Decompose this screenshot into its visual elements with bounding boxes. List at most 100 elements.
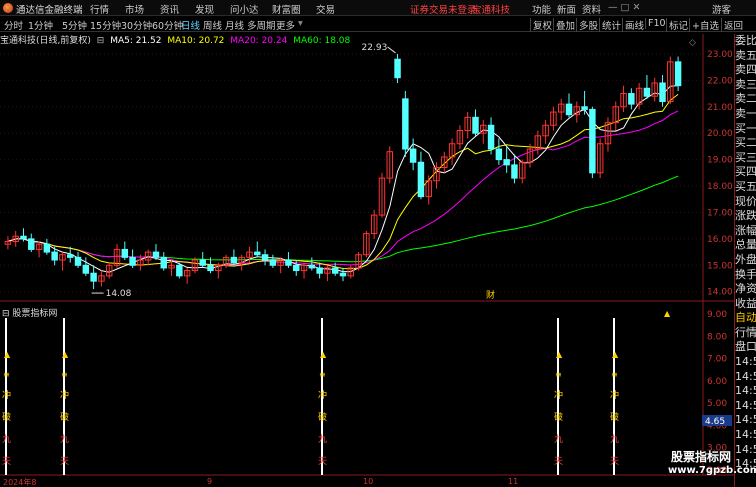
candle: [565, 93, 573, 118]
sidebar-row: 净资: [735, 282, 756, 296]
sidebar-row: 总量: [735, 238, 756, 252]
signal-char: 天: [2, 457, 11, 467]
candle: [378, 172, 386, 218]
candle-body: [285, 259, 292, 266]
candle-body: [254, 251, 261, 256]
candle: [581, 90, 588, 115]
date-label-oct: 10: [363, 477, 374, 486]
price-tick-label: 16.00: [707, 235, 733, 245]
ma60-line: [7, 175, 679, 263]
indicator-name: 股票指标网: [12, 309, 58, 319]
price-tick-label: 19.00: [707, 156, 733, 166]
high-price-label: 22.93: [362, 43, 388, 53]
signal-lines-icon: ≡: [611, 370, 618, 379]
candle-body: [67, 254, 74, 258]
date-label-aug: 2024年8: [3, 478, 37, 487]
kline-chart[interactable]: 23.00 22.00 21.00 20.00 19.00 18.00 17.00 16.00…: [0, 0, 734, 487]
sidebar-row: 14:5: [735, 442, 756, 456]
sidebar-row: 买二: [735, 136, 756, 150]
price-tick-label: 17.00: [707, 208, 733, 218]
signal-char: 天: [60, 457, 69, 467]
candle: [4, 236, 12, 250]
candle: [339, 267, 347, 282]
candle: [300, 262, 308, 279]
candle: [215, 262, 222, 279]
signal-column: ▲ ≡ 冲破九天: [60, 318, 69, 475]
candle: [121, 241, 129, 261]
sidebar-row: 涨跌: [735, 209, 756, 223]
candle-body: [74, 256, 82, 266]
candle: [394, 53, 401, 83]
candle: [82, 257, 90, 276]
candle-body: [409, 148, 417, 163]
candle: [534, 130, 542, 155]
ma10-line: [7, 93, 679, 270]
signal-char: 冲: [60, 389, 69, 401]
candle-body: [643, 87, 651, 97]
signal-char: 冲: [318, 389, 327, 401]
sidebar-row: 卖三: [735, 77, 756, 91]
price-tick-label: 18.00: [707, 182, 733, 192]
candle: [152, 244, 160, 261]
signal-char: 冲: [610, 389, 619, 401]
sidebar-row: 涨幅: [735, 223, 756, 237]
candle-body: [628, 93, 635, 105]
sidebar-row: 卖一: [735, 106, 756, 120]
signal-char: 天: [554, 457, 563, 467]
finance-marker[interactable]: 财: [486, 289, 495, 301]
candle: [199, 252, 206, 268]
candle-body: [339, 272, 347, 277]
ma5-line: [7, 85, 679, 273]
candle: [183, 267, 191, 284]
candle: [386, 146, 393, 184]
candle-body: [28, 238, 35, 250]
candle-body: [261, 254, 269, 261]
candle: [129, 249, 136, 268]
candle: [363, 230, 370, 258]
candle: [105, 262, 113, 279]
sidebar-row: 外盘: [735, 252, 756, 266]
candle: [503, 146, 510, 173]
candle: [659, 75, 666, 107]
candle: [230, 249, 238, 266]
candle: [472, 109, 479, 136]
candle: [98, 270, 105, 287]
candle-body: [331, 267, 339, 274]
ma20-line: [7, 110, 679, 266]
candle: [596, 138, 604, 179]
price-tick-label: 20.00: [707, 129, 733, 139]
candle: [316, 262, 323, 279]
signal-char: 天: [318, 457, 327, 467]
sidebar-row: 14:5: [735, 428, 756, 442]
indicator-toggle-icon[interactable]: ⊟: [2, 309, 10, 319]
candle: [511, 154, 518, 184]
signal-arrow-icon: ▲: [320, 350, 327, 359]
quote-sidebar: 委比 卖五 卖四 卖三 卖二 卖一 买一 买二 买三 买四 买五 现价 涨跌 涨幅 总量 外盘 换手 净资 收益 自动…: [734, 34, 756, 487]
indicator-tick-label: 8.00: [707, 332, 727, 342]
candle: [620, 85, 627, 113]
candle-body: [207, 264, 214, 272]
sidebar-row: 买四: [735, 165, 756, 179]
candle: [542, 119, 549, 144]
candle: [277, 257, 284, 274]
candle: [324, 265, 331, 282]
candle: [35, 241, 43, 258]
watermark-url: www.7gpzb.com: [668, 465, 756, 476]
sidebar-row[interactable]: 自动: [735, 311, 756, 326]
candle-body: [308, 264, 316, 269]
indicator-tick-label: 9.00: [707, 310, 727, 320]
candle: [254, 241, 261, 258]
signal-char: 九: [554, 434, 563, 445]
candle-body: [417, 161, 425, 198]
signal-char: 九: [610, 434, 619, 445]
signal-char: 破: [2, 411, 11, 423]
signal-column: ▲ ≡ 冲破九天: [610, 318, 619, 475]
expand-icon[interactable]: ◇: [689, 38, 696, 48]
candle: [285, 252, 292, 268]
candle: [409, 138, 417, 171]
watermark-title: 股票指标网: [670, 450, 731, 464]
candle-body: [565, 103, 573, 116]
candle-body: [152, 251, 160, 258]
sidebar-row: 换手: [735, 267, 756, 281]
indicator-tick-label: 5.00: [707, 399, 727, 409]
